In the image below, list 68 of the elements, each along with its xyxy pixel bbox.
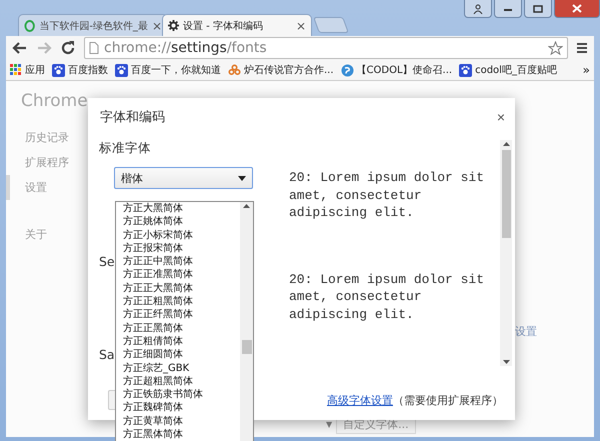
dropdown-option[interactable]: 方正黑体简体	[123, 428, 240, 441]
maximize-icon	[533, 4, 543, 12]
dropdown-option[interactable]: 方正魏碑简体	[123, 401, 240, 415]
bookmark-item[interactable]: codol吧_百度贴吧	[459, 63, 557, 77]
dropdown-option[interactable]: 方正正准黑简体	[123, 268, 240, 282]
close-icon[interactable]: ×	[296, 18, 306, 32]
swirl-icon	[340, 64, 354, 76]
apps-grid-icon	[10, 64, 22, 76]
dropdown-option[interactable]: 方正铁筋隶书简体	[123, 388, 240, 402]
maximize-button[interactable]	[524, 0, 552, 18]
dropdown-option[interactable]: 方正细圆简体	[123, 348, 240, 362]
font-preview-text: 20: Lorem ipsum dolor sit amet, consectetur adipiscing elit.	[289, 270, 486, 323]
bookmark-item[interactable]: 百度一下，你就知道	[115, 63, 221, 77]
dropdown-option[interactable]: 方正正中黑简体	[123, 255, 240, 268]
dropdown-option[interactable]: 方正正粗黑简体	[123, 295, 240, 308]
close-button[interactable]	[554, 0, 600, 18]
dropdown-option[interactable]: 方正黄草简体	[123, 414, 240, 428]
dropdown-option[interactable]: 方正正黑简体	[123, 322, 240, 335]
page-icon	[89, 42, 99, 54]
link-note: （需要使用扩展程序）	[393, 394, 503, 406]
paw-icon	[52, 64, 65, 76]
dropdown-option[interactable]: 方正超粗黑简体	[123, 374, 240, 388]
settings-icon	[168, 20, 179, 31]
scroll-thumb[interactable]	[242, 340, 252, 354]
paw-icon	[115, 64, 128, 76]
leaf-logo-icon	[24, 20, 36, 32]
flower-icon	[228, 64, 241, 76]
bookmark-item[interactable]: 百度指数	[52, 63, 108, 77]
advanced-font-settings-link[interactable]: 高级字体设置	[327, 394, 393, 406]
bookmark-item[interactable]: 【CODOL】使命召...	[340, 63, 452, 77]
scrollbar[interactable]	[240, 202, 253, 441]
dialog-title: 字体和编码	[100, 109, 165, 126]
back-icon[interactable]	[12, 40, 28, 56]
star-icon[interactable]	[548, 40, 563, 56]
browser-tab[interactable]: 设置 - 字体和编码 ×	[162, 14, 312, 36]
close-icon[interactable]: ×	[152, 18, 162, 32]
caret-icon	[238, 176, 246, 180]
scrollbar[interactable]	[500, 140, 512, 366]
scroll-up-icon[interactable]	[502, 142, 510, 146]
close-icon	[572, 4, 582, 13]
dropdown-option[interactable]: 方正正大黑简体	[123, 282, 240, 296]
close-button[interactable]: ×	[496, 108, 505, 126]
font-preview-text: 20: Lorem ipsum dolor sit amet, consectetur adipiscing elit.	[289, 169, 486, 222]
section-heading: Se	[99, 254, 115, 268]
page-title: Chrome	[20, 91, 86, 111]
reload-icon[interactable]	[60, 40, 76, 56]
dropdown-option[interactable]: 方正小标宋简体	[123, 228, 240, 242]
dropdown-option[interactable]: 方正大黑简体	[123, 202, 240, 216]
section-heading: 标准字体	[99, 140, 151, 157]
dropdown-arrow-icon: ▼	[326, 420, 332, 428]
section-heading: Sa	[99, 347, 115, 362]
scroll-thumb[interactable]	[502, 150, 510, 238]
more-bookmarks-button[interactable]: »	[582, 63, 590, 77]
dropdown-option[interactable]: 方正报宋简体	[123, 242, 240, 256]
address-bar[interactable]: chrome://settings/fonts	[84, 37, 568, 59]
font-select[interactable]: 楷体	[114, 167, 253, 189]
bookmark-item[interactable]: 应用	[10, 63, 45, 77]
dropdown-option[interactable]: 方正姚体简体	[123, 215, 240, 229]
scroll-down-icon[interactable]	[502, 360, 510, 364]
dropdown-option[interactable]: 方正综艺_GBK	[123, 362, 240, 375]
dropdown-option[interactable]: 方正正纤黑简体	[123, 308, 240, 322]
user-icon[interactable]	[464, 0, 492, 18]
paw-icon	[459, 64, 472, 76]
scroll-up-icon[interactable]	[243, 204, 250, 208]
bookmark-item[interactable]: 炉石传说官方合作...	[228, 63, 334, 77]
minimize-button[interactable]	[494, 0, 522, 18]
dropdown-option[interactable]: 方正粗倩简体	[123, 334, 240, 348]
menu-icon[interactable]	[576, 42, 588, 54]
